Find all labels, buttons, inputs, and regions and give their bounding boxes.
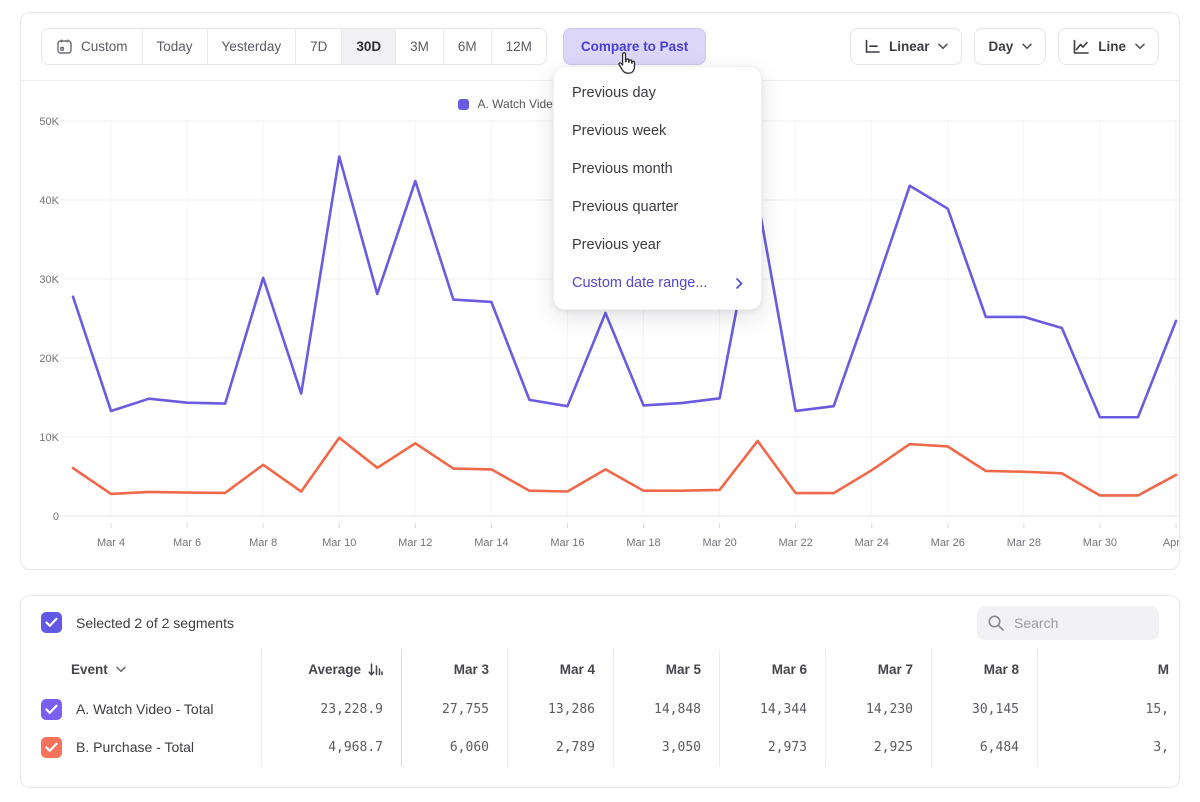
linear-axis-icon: [864, 39, 880, 54]
date-range-6m-button[interactable]: 6M: [443, 29, 491, 64]
segment-name: B. Purchase - Total: [76, 739, 194, 755]
svg-text:Mar 30: Mar 30: [1083, 537, 1117, 549]
column-header-average[interactable]: Average: [261, 649, 401, 690]
check-icon: [45, 742, 58, 753]
column-header-mar7[interactable]: Mar 7: [825, 649, 931, 690]
chevron-down-icon: [1022, 43, 1032, 50]
column-header-mar3[interactable]: Mar 3: [401, 649, 507, 690]
selected-segments-label: Selected 2 of 2 segments: [76, 615, 234, 631]
svg-text:Mar 10: Mar 10: [322, 537, 356, 549]
segments-table: Event Average Mar 3 Mar 4 Mar 5 Mar 6 Ma…: [21, 649, 1179, 766]
menu-item-previous-week[interactable]: Previous week: [554, 112, 761, 150]
menu-item-previous-quarter[interactable]: Previous quarter: [554, 188, 761, 226]
column-header-mar6[interactable]: Mar 6: [719, 649, 825, 690]
date-range-12m-button[interactable]: 12M: [491, 29, 546, 64]
menu-item-previous-month[interactable]: Previous month: [554, 150, 761, 188]
date-range-label: Custom: [81, 39, 128, 54]
column-header-mar5[interactable]: Mar 5: [613, 649, 719, 690]
segments-header-bar: Selected 2 of 2 segments: [21, 596, 1179, 649]
table-row-purchase-label: B. Purchase - Total: [21, 728, 261, 766]
select-all-checkbox[interactable]: [41, 612, 62, 633]
menu-item-previous-year[interactable]: Previous year: [554, 226, 761, 264]
search-input[interactable]: [1014, 615, 1134, 631]
chart-type-dropdown[interactable]: Line: [1058, 28, 1159, 65]
check-icon: [45, 617, 58, 628]
search-box[interactable]: [977, 606, 1159, 640]
cell-mar6: 2,973: [719, 728, 825, 766]
compare-to-past-menu: Previous day Previous week Previous mont…: [553, 66, 762, 310]
date-range-today-button[interactable]: Today: [142, 29, 207, 64]
row-checkbox[interactable]: [41, 737, 62, 758]
date-range-30d-button[interactable]: 30D: [341, 29, 395, 64]
svg-text:Mar 24: Mar 24: [855, 537, 889, 549]
svg-text:30K: 30K: [39, 274, 59, 286]
svg-text:Mar 26: Mar 26: [931, 537, 965, 549]
interval-dropdown[interactable]: Day: [974, 28, 1046, 65]
cell-mar7: 2,925: [825, 728, 931, 766]
cell-mar4: 2,789: [507, 728, 613, 766]
table-row-watch-video-label: A. Watch Video - Total: [21, 690, 261, 728]
svg-text:Mar 12: Mar 12: [398, 537, 432, 549]
svg-text:0: 0: [53, 511, 59, 523]
svg-text:Mar 18: Mar 18: [626, 537, 660, 549]
check-icon: [45, 704, 58, 715]
svg-text:Mar 16: Mar 16: [550, 537, 584, 549]
cell-mar5: 14,848: [613, 690, 719, 728]
menu-item-custom-date-range[interactable]: Custom date range...: [554, 264, 761, 302]
line-chart-icon: [1072, 39, 1089, 55]
svg-text:Mar 20: Mar 20: [702, 537, 736, 549]
date-range-custom-button[interactable]: Custom: [42, 29, 142, 64]
menu-item-previous-day[interactable]: Previous day: [554, 74, 761, 112]
column-header-mar4[interactable]: Mar 4: [507, 649, 613, 690]
cell-average: 23,228.9: [261, 690, 401, 728]
cell-mar9-clipped: 15,: [1037, 690, 1180, 728]
chevron-down-icon: [938, 43, 948, 50]
segments-table-card: Selected 2 of 2 segments Event Average: [20, 595, 1180, 788]
chevron-right-icon: [736, 278, 743, 289]
cell-mar8: 30,145: [931, 690, 1037, 728]
svg-text:Mar 22: Mar 22: [779, 537, 813, 549]
scale-dropdown[interactable]: Linear: [850, 28, 963, 65]
svg-text:10K: 10K: [39, 432, 59, 444]
svg-text:Mar 8: Mar 8: [249, 537, 277, 549]
compare-to-past-button[interactable]: Compare to Past: [563, 28, 706, 65]
legend-swatch: [458, 99, 469, 110]
chevron-down-icon: [1135, 43, 1145, 50]
svg-text:50K: 50K: [39, 116, 59, 128]
svg-text:Apr 1: Apr 1: [1163, 537, 1179, 549]
svg-text:Mar 4: Mar 4: [97, 537, 125, 549]
chart-options-group: Linear Day Line: [850, 28, 1159, 65]
date-range-selector: Custom Today Yesterday 7D 30D 3M 6M 12M: [41, 28, 547, 65]
svg-text:Mar 14: Mar 14: [474, 537, 508, 549]
cell-mar6: 14,344: [719, 690, 825, 728]
svg-text:40K: 40K: [39, 195, 59, 207]
cell-mar7: 14,230: [825, 690, 931, 728]
cell-mar3: 27,755: [401, 690, 507, 728]
search-icon: [987, 614, 1005, 632]
chevron-down-icon: [116, 666, 126, 673]
segment-name: A. Watch Video - Total: [76, 701, 213, 717]
cell-mar4: 13,286: [507, 690, 613, 728]
date-range-yesterday-button[interactable]: Yesterday: [207, 29, 296, 64]
column-header-event[interactable]: Event: [21, 649, 261, 690]
cell-mar9-clipped: 3,: [1037, 728, 1180, 766]
svg-text:Mar 6: Mar 6: [173, 537, 201, 549]
cell-mar3: 6,060: [401, 728, 507, 766]
cell-average: 4,968.7: [261, 728, 401, 766]
cell-mar5: 3,050: [613, 728, 719, 766]
sort-descending-icon: [368, 662, 383, 677]
column-header-mar9-clipped[interactable]: M: [1037, 649, 1180, 690]
date-range-3m-button[interactable]: 3M: [395, 29, 443, 64]
cell-mar8: 6,484: [931, 728, 1037, 766]
date-range-7d-button[interactable]: 7D: [295, 29, 341, 64]
svg-text:20K: 20K: [39, 353, 59, 365]
row-checkbox[interactable]: [41, 699, 62, 720]
svg-text:Mar 28: Mar 28: [1007, 537, 1041, 549]
column-header-mar8[interactable]: Mar 8: [931, 649, 1037, 690]
calendar-icon: [56, 38, 73, 55]
